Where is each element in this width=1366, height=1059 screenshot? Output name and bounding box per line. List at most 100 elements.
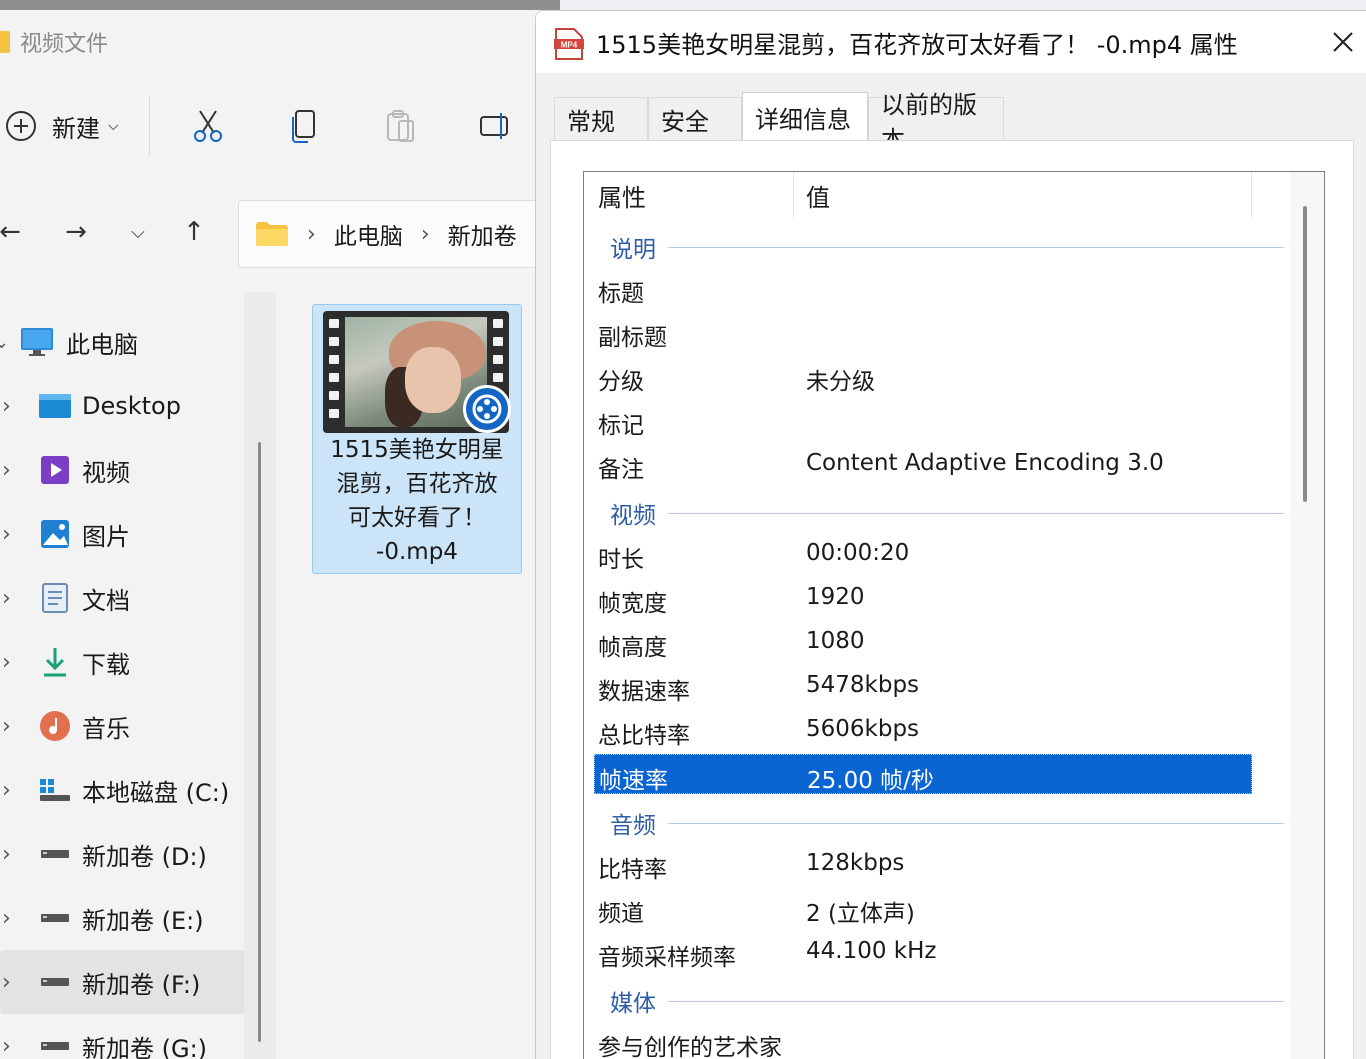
column-header-property[interactable]: 属性 — [584, 172, 794, 218]
sidebar-item-label: 文档 — [82, 586, 130, 615]
sidebar-item-this-pc[interactable]: ⌄ 此电脑 — [0, 310, 245, 374]
pictures-folder-icon — [38, 518, 72, 550]
sidebar-item-music[interactable]: › 音乐 — [0, 694, 245, 758]
navigation-pane-scrollbar[interactable] — [244, 292, 276, 1059]
breadcrumb-this-pc[interactable]: 此电脑 — [334, 217, 403, 251]
chevron-right-icon: › — [2, 841, 11, 867]
explorer-window-title: 视频文件 — [20, 32, 109, 57]
paste-button[interactable] — [380, 106, 420, 146]
sidebar-item-pictures[interactable]: › 图片 — [0, 502, 245, 566]
chevron-right-icon: › — [2, 393, 11, 419]
property-row[interactable]: 副标题 — [594, 312, 1252, 352]
chevron-right-icon: › — [2, 585, 11, 611]
property-row[interactable]: 比特率 128kbps — [594, 844, 1252, 884]
property-row[interactable]: 帧宽度 1920 — [594, 578, 1252, 618]
drive-icon — [38, 838, 72, 870]
sidebar-item-label: 下载 — [82, 650, 130, 679]
forward-button[interactable]: → — [58, 214, 94, 250]
property-row[interactable]: 音频采样频率 44.100 kHz — [594, 932, 1252, 972]
property-name: 数据速率 — [598, 679, 690, 705]
dialog-titlebar[interactable]: MP4 1515美艳女明星混剪，百花齐放可太好看了！ -0.mp4 属性 — [536, 11, 1366, 73]
property-row[interactable]: 标记 — [594, 400, 1252, 440]
property-row[interactable]: 标题 — [594, 268, 1252, 308]
close-button[interactable] — [1326, 25, 1360, 59]
sidebar-item-downloads[interactable]: › 下载 — [0, 630, 245, 694]
property-group-header[interactable]: 视频 — [584, 488, 1284, 532]
address-bar[interactable]: › 此电脑 › 新加卷 — [238, 200, 560, 268]
up-button[interactable]: ↑ — [176, 214, 212, 250]
tab-details[interactable]: 详细信息 — [742, 92, 868, 142]
property-group-header[interactable]: 音频 — [584, 798, 1284, 842]
sidebar-item-label: 视频 — [82, 458, 130, 487]
sidebar-item-desktop[interactable]: › Desktop — [0, 374, 245, 438]
file-icon-text: MP4 — [561, 41, 578, 50]
chevron-right-icon: › — [2, 777, 11, 803]
sidebar-item-drive-d[interactable]: › 新加卷 (D:) — [0, 822, 245, 886]
property-name: 帧高度 — [598, 635, 667, 661]
property-group-header[interactable]: 媒体 — [584, 976, 1284, 1020]
scrollbar-thumb[interactable] — [258, 442, 261, 1042]
new-button[interactable]: 新建 ⌵ — [6, 96, 150, 156]
sidebar-item-drive-g[interactable]: › 新加卷 (G:) — [0, 1014, 245, 1059]
property-row[interactable]: 总比特率 5606kbps — [594, 710, 1252, 750]
property-group-header[interactable]: 说明 — [584, 222, 1284, 266]
scrollbar-thumb[interactable] — [1303, 206, 1307, 502]
sidebar-item-videos[interactable]: › 视频 — [0, 438, 245, 502]
arrow-right-icon: → — [65, 217, 87, 247]
back-button[interactable]: ← — [0, 214, 28, 250]
file-item-selected[interactable]: 1515美艳女明星 混剪，百花齐放 可太好看了！ -0.mp4 — [312, 304, 522, 574]
chevron-right-icon: › — [2, 649, 11, 675]
property-name: 帧速率 — [599, 768, 668, 794]
new-button-label: 新建 — [52, 114, 100, 143]
breadcrumb-volume[interactable]: 新加卷 — [448, 217, 517, 251]
sidebar-item-label: 新加卷 (G:) — [82, 1034, 208, 1059]
property-name: 参与创作的艺术家 — [598, 1035, 782, 1059]
chevron-right-icon: › — [2, 521, 11, 547]
file-name-line: 1515美艳女明星 — [330, 437, 504, 463]
property-row[interactable]: 备注 Content Adaptive Encoding 3.0 — [594, 444, 1252, 484]
sidebar-item-drive-e[interactable]: › 新加卷 (E:) — [0, 886, 245, 950]
tab-previous-versions[interactable]: 以前的版本 — [868, 91, 1004, 154]
plus-circle-icon — [6, 111, 36, 141]
chevron-right-icon: › — [2, 1033, 11, 1059]
property-value: 00:00:20 — [806, 540, 910, 566]
property-name: 标记 — [598, 413, 644, 439]
property-row[interactable]: 参与创作的艺术家 — [594, 1022, 1252, 1059]
chevron-down-icon: ⌵ — [131, 221, 145, 243]
property-row[interactable]: 时长 00:00:20 — [594, 534, 1252, 574]
property-name: 总比特率 — [598, 723, 690, 749]
rename-icon — [479, 113, 508, 139]
sidebar-item-drive-f[interactable]: › 新加卷 (F:) — [0, 950, 245, 1014]
rename-button[interactable] — [476, 106, 516, 146]
property-name: 比特率 — [598, 857, 667, 883]
property-row[interactable]: 帧高度 1080 — [594, 622, 1252, 662]
explorer-title: 视频文件 — [0, 22, 108, 62]
property-value: 5606kbps — [806, 716, 920, 742]
properties-list[interactable]: 属性 值 说明标题副标题 分级 未分级标记备注 Content Adaptive En… — [583, 171, 1325, 1059]
folder-icon — [256, 222, 288, 246]
drive-icon — [38, 1030, 72, 1059]
property-value: 44.100 kHz — [806, 938, 937, 964]
property-row-selected[interactable]: 帧速率 25.00 帧/秒 — [594, 754, 1252, 794]
drive-icon — [38, 966, 72, 998]
property-name: 频道 — [598, 901, 644, 927]
properties-list-scrollbar[interactable] — [1290, 172, 1324, 1059]
property-row[interactable]: 数据速率 5478kbps — [594, 666, 1252, 706]
group-divider — [668, 513, 1284, 514]
tab-general[interactable]: 常规 — [554, 97, 648, 141]
drive-icon — [38, 902, 72, 934]
sidebar-item-drive-c[interactable]: › 本地磁盘 (C:) — [0, 758, 245, 822]
scissors-icon — [193, 110, 222, 142]
tab-security[interactable]: 安全 — [648, 97, 742, 141]
property-row[interactable]: 频道 2 (立体声) — [594, 888, 1252, 928]
download-icon — [38, 646, 72, 678]
cut-button[interactable] — [188, 106, 228, 146]
property-row[interactable]: 分级 未分级 — [594, 356, 1252, 396]
sidebar-item-documents[interactable]: › 文档 — [0, 566, 245, 630]
property-name: 标题 — [598, 281, 644, 307]
copy-button[interactable] — [284, 106, 324, 146]
recent-locations-button[interactable]: ⌵ — [120, 214, 156, 250]
column-header-value[interactable]: 值 — [794, 172, 1252, 218]
arrow-left-icon: ← — [0, 217, 21, 247]
monitor-icon — [20, 326, 54, 358]
